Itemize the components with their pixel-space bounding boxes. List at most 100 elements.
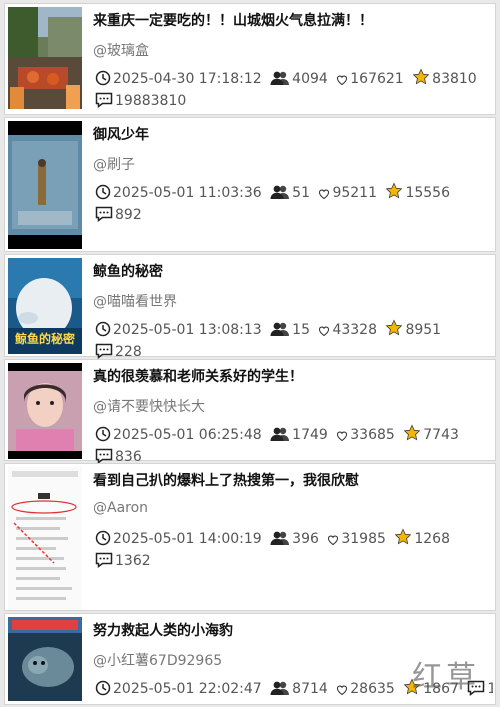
followers-stat: 1749 (270, 424, 328, 446)
post-card[interactable]: 看到自己扒的爆料上了热搜第一，我很欣慰 @Aaron 2025-05-01 14… (4, 463, 496, 611)
follower-count: 396 (292, 531, 319, 547)
post-author[interactable]: @刷子 (93, 154, 135, 174)
post-thumbnail[interactable]: 鲸鱼的秘密 (8, 258, 82, 354)
comment-icon (95, 92, 113, 108)
followers-stat: 51 (270, 182, 310, 204)
post-thumbnail[interactable] (8, 121, 82, 249)
comment-count: 892 (115, 207, 142, 223)
likes-stat: 167621 (336, 68, 404, 90)
post-title[interactable]: 鲸鱼的秘密 (93, 261, 163, 281)
post-author[interactable]: @请不要快快长大 (93, 396, 205, 416)
heart-icon (337, 75, 348, 86)
favorites-stat: 8951 (385, 319, 441, 341)
clock-icon (95, 680, 111, 696)
post-date: 2025-05-01 13:08:13 (113, 322, 262, 338)
users-icon (270, 322, 290, 336)
post-meta: 2025-05-01 11:03:36 51 95211 15556 892 (95, 182, 493, 226)
post-author[interactable]: @喵喵看世界 (93, 291, 177, 311)
post-card[interactable]: 来重庆一定要吃的！！山城烟火气息拉满！！ @玻璃盒 2025-04-30 17:… (4, 3, 496, 115)
post-date: 2025-05-01 06:25:48 (113, 427, 262, 443)
post-author[interactable]: @小红薯67D92965 (93, 650, 222, 670)
post-card[interactable]: 真的很羡慕和老师关系好的学生！ @请不要快快长大 2025-05-01 06:2… (4, 359, 496, 465)
like-count: 167621 (350, 71, 404, 87)
comment-count: 19883810 (115, 93, 187, 109)
favorite-count: 7743 (423, 427, 459, 443)
like-count: 33685 (350, 427, 395, 443)
post-date: 2025-05-01 11:03:36 (113, 185, 262, 201)
users-icon (270, 427, 290, 441)
clock-icon (95, 426, 111, 442)
post-thumbnail[interactable] (8, 7, 82, 109)
watermark: 红草 (412, 660, 480, 695)
post-thumbnail[interactable] (8, 467, 82, 609)
clock-icon (95, 70, 111, 86)
followers-stat: 15 (270, 319, 310, 341)
like-count: 95211 (332, 185, 377, 201)
clock-icon (95, 530, 111, 546)
users-icon (270, 681, 290, 695)
favorite-count: 8951 (405, 322, 442, 338)
comments-stat: 892 (95, 204, 142, 226)
post-author[interactable]: @玻璃盒 (93, 40, 149, 60)
clock-icon (95, 184, 111, 200)
likes-stat: 31985 (327, 528, 386, 550)
heart-icon (319, 189, 330, 200)
post-card[interactable]: 御风少年 @刷子 2025-05-01 11:03:36 51 95211 15… (4, 117, 496, 252)
favorite-count: 1268 (414, 531, 450, 547)
comment-icon (95, 552, 113, 568)
clock-icon (95, 321, 111, 337)
likes-stat: 33685 (336, 424, 395, 446)
post-thumbnail[interactable] (8, 363, 82, 459)
like-count: 28635 (350, 681, 395, 697)
post-meta: 2025-05-01 13:08:13 15 43328 8951 228 (95, 319, 493, 363)
star-icon (386, 319, 403, 336)
favorite-count: 15556 (405, 185, 450, 201)
follower-count: 51 (292, 185, 310, 201)
date-stat: 2025-05-01 22:02:47 (95, 678, 262, 700)
date-stat: 2025-05-01 14:00:19 (95, 528, 262, 550)
comment-count: 1362 (115, 553, 151, 569)
post-author[interactable]: @Aaron (93, 500, 148, 516)
comment-icon (95, 343, 113, 359)
comments-stat: 1362 (95, 550, 151, 572)
heart-icon (319, 326, 330, 337)
comment-count: 228 (115, 344, 142, 360)
star-icon (386, 182, 403, 199)
thumbnail-caption: 鲸鱼的秘密 (14, 332, 75, 346)
like-count: 31985 (341, 531, 386, 547)
followers-stat: 396 (270, 528, 319, 550)
star-icon (394, 528, 412, 545)
star-icon (403, 424, 421, 441)
follower-count: 1749 (292, 427, 328, 443)
follower-count: 15 (292, 322, 310, 338)
users-icon (270, 71, 290, 85)
post-meta: 2025-05-01 14:00:19 396 31985 1268 1362 (95, 528, 493, 572)
post-title[interactable]: 御风少年 (93, 124, 149, 144)
post-title[interactable]: 真的很羡慕和老师关系好的学生！ (93, 366, 303, 386)
heart-icon (337, 431, 348, 442)
date-stat: 2025-05-01 13:08:13 (95, 319, 262, 341)
heart-icon (328, 535, 339, 546)
post-thumbnail[interactable] (8, 617, 82, 701)
favorites-stat: 15556 (385, 182, 450, 204)
post-title[interactable]: 看到自己扒的爆料上了热搜第一，我很欣慰 (93, 470, 359, 490)
post-meta: 2025-04-30 17:18:12 4094 167621 83810 19… (95, 68, 493, 112)
favorites-stat: 7743 (403, 424, 459, 446)
post-meta: 2025-05-01 06:25:48 1749 33685 7743 836 (95, 424, 493, 468)
post-title[interactable]: 努力救起人类的小海豹 (93, 620, 233, 640)
like-count: 43328 (332, 322, 377, 338)
comment-count: 187 (487, 681, 493, 697)
comments-stat: 19883810 (95, 90, 186, 112)
users-icon (270, 531, 290, 545)
post-card[interactable]: 鲸鱼的秘密 鲸鱼的秘密 @喵喵看世界 2025-05-01 13:08:13 1… (4, 254, 496, 360)
post-date: 2025-05-01 14:00:19 (113, 531, 262, 547)
follower-count: 4094 (292, 71, 328, 87)
followers-stat: 8714 (270, 678, 328, 700)
date-stat: 2025-04-30 17:18:12 (95, 68, 262, 90)
post-date: 2025-05-01 22:02:47 (113, 681, 262, 697)
heart-icon (337, 685, 348, 696)
date-stat: 2025-05-01 06:25:48 (95, 424, 262, 446)
follower-count: 8714 (292, 681, 328, 697)
post-title[interactable]: 来重庆一定要吃的！！山城烟火气息拉满！！ (93, 10, 373, 30)
comment-icon (95, 448, 113, 464)
